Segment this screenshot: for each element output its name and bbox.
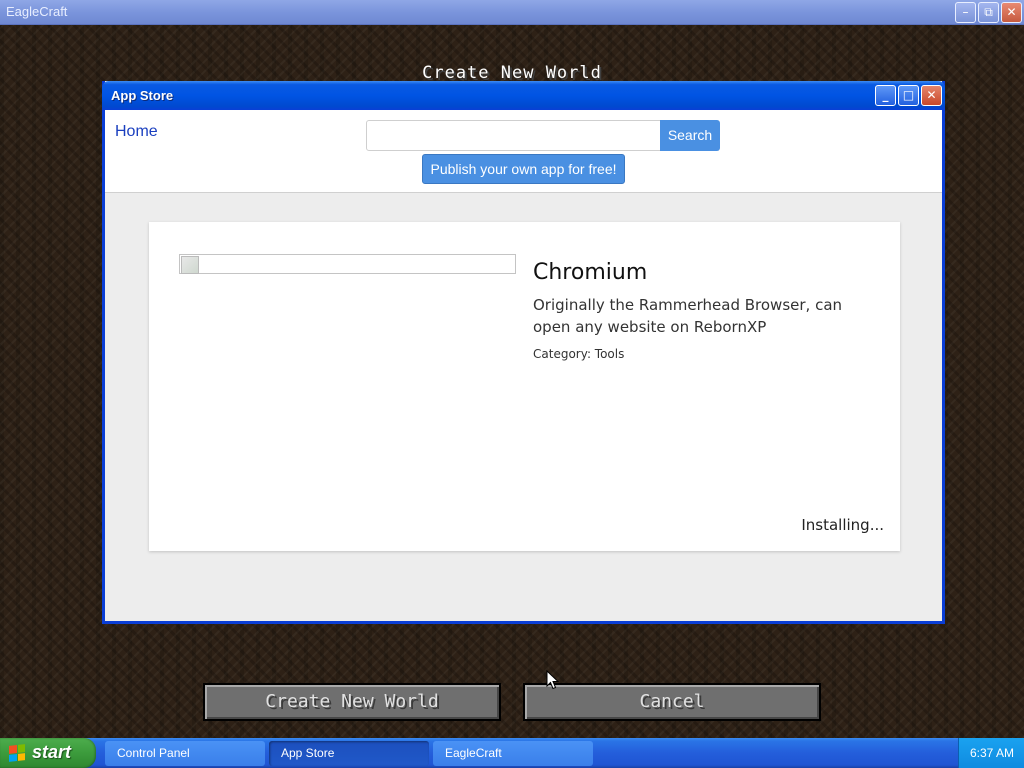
- app-card: Chromium Originally the Rammerhead Brows…: [149, 222, 900, 551]
- search-input[interactable]: [366, 120, 662, 151]
- app-store-window: App Store _ □ ✕ Home Search Publish your…: [102, 81, 945, 624]
- eaglecraft-titlebar[interactable]: EagleCraft – ⧉ ✕: [0, 0, 1024, 25]
- install-status: Installing...: [801, 516, 884, 534]
- close-icon[interactable]: ✕: [921, 85, 942, 106]
- taskbar: start Control Panel App Store EagleCraft…: [0, 738, 1024, 768]
- mouse-cursor-icon: [546, 670, 560, 690]
- taskbar-item-eaglecraft[interactable]: EagleCraft: [433, 741, 593, 766]
- restore-icon[interactable]: ⧉: [978, 2, 999, 23]
- app-store-titlebar[interactable]: App Store _ □ ✕: [102, 81, 945, 110]
- taskbar-item-control-panel[interactable]: Control Panel: [105, 741, 265, 766]
- create-new-world-button[interactable]: Create New World: [203, 683, 501, 721]
- eaglecraft-window-title: EagleCraft: [6, 4, 68, 19]
- minimize-icon[interactable]: –: [955, 2, 976, 23]
- create-world-heading: Create New World: [422, 63, 602, 83]
- app-store-window-controls: _ □ ✕: [875, 85, 942, 106]
- app-name: Chromium: [533, 260, 648, 285]
- start-button[interactable]: start: [0, 738, 96, 768]
- close-icon[interactable]: ✕: [1001, 2, 1022, 23]
- taskbar-item-app-store[interactable]: App Store: [269, 741, 429, 766]
- home-link[interactable]: Home: [115, 123, 158, 141]
- publish-app-button[interactable]: Publish your own app for free!: [422, 154, 625, 184]
- eaglecraft-window-controls: – ⧉ ✕: [955, 2, 1022, 23]
- search-button[interactable]: Search: [660, 120, 720, 151]
- app-description: Originally the Rammerhead Browser, can o…: [533, 296, 843, 336]
- cancel-button[interactable]: Cancel: [523, 683, 821, 721]
- app-category: Category: Tools: [533, 347, 625, 361]
- app-image-broken: [179, 254, 516, 274]
- minimize-icon[interactable]: _: [875, 85, 896, 106]
- app-store-header: Home Search Publish your own app for fre…: [105, 110, 942, 193]
- start-label: start: [32, 742, 72, 762]
- clock[interactable]: 6:37 AM: [959, 746, 1024, 760]
- system-tray: 6:37 AM: [958, 738, 1024, 768]
- app-store-title: App Store: [111, 88, 174, 103]
- maximize-icon[interactable]: □: [898, 85, 919, 106]
- windows-logo-icon: [9, 744, 25, 762]
